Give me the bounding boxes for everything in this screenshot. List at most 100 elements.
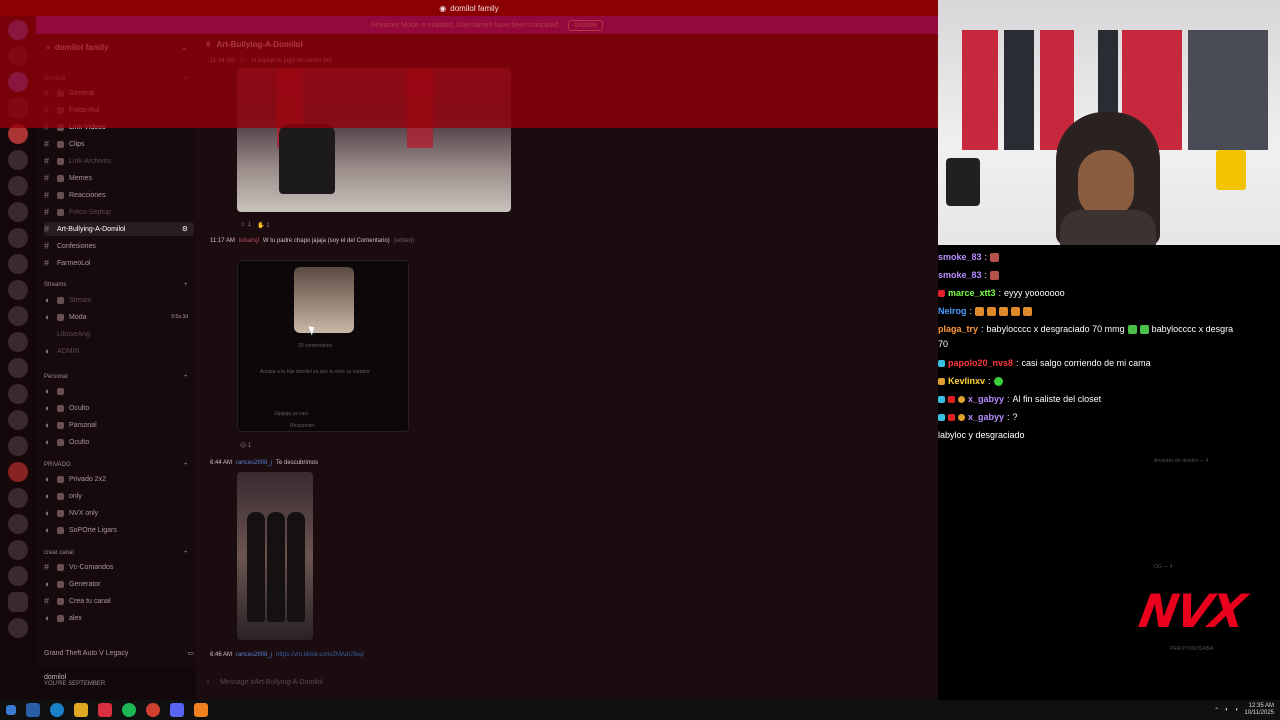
channel-privado-2x2[interactable]: ◖ Privado 2x2 <box>44 472 194 486</box>
server-icon[interactable] <box>8 514 28 534</box>
add-channel-icon[interactable]: + <box>184 374 188 380</box>
channel-farmeolol[interactable]: # FarmeoLol <box>44 256 194 270</box>
server-icon[interactable] <box>8 254 28 274</box>
server-icon[interactable] <box>8 592 28 612</box>
emote-icon <box>1023 306 1033 316</box>
server-header[interactable]: ● domilol family ⌄ <box>36 38 196 56</box>
badge-icon <box>938 289 945 297</box>
video-attachment[interactable] <box>237 472 313 640</box>
chevron-down-icon[interactable]: ⌄ <box>181 43 188 52</box>
chrome-icon[interactable] <box>146 703 160 717</box>
app-icon[interactable] <box>98 703 112 717</box>
direct-messages-icon[interactable] <box>8 20 28 40</box>
hash-icon: # <box>44 156 50 166</box>
server-icon[interactable] <box>8 618 28 638</box>
channel-general[interactable]: # General <box>44 86 194 100</box>
message-input[interactable]: + Message #Art-Bullying-A-Domilol <box>206 672 766 692</box>
edge-icon[interactable] <box>50 703 64 717</box>
channel-personal-1[interactable]: ◖ <box>44 384 194 398</box>
settings-gear-icon[interactable]: ⚙ <box>182 225 188 233</box>
volume-icon[interactable]: ◖ <box>1235 707 1239 713</box>
channel-generator[interactable]: ◖ Generator <box>44 577 194 591</box>
spotify-icon[interactable] <box>122 703 136 717</box>
category-privado[interactable]: PRIVADO + <box>44 462 188 468</box>
channel-oculto-2[interactable]: ◖ Oculto <box>44 435 194 449</box>
server-icon[interactable] <box>8 72 28 92</box>
channel-oculto[interactable]: ◖ Oculto <box>44 401 194 415</box>
channel-parsonal[interactable]: ◖ Parsonal <box>44 418 194 432</box>
channel-only[interactable]: ◖ only <box>44 489 194 503</box>
message-author[interactable]: luisarvjl <box>239 238 259 244</box>
activity-bar[interactable]: Grand Theft Auto V Legacy ▭ <box>44 646 194 660</box>
server-icon[interactable] <box>8 358 28 378</box>
server-icon[interactable] <box>8 410 28 430</box>
channel-nvx-only[interactable]: ◖ NVX only <box>44 506 194 520</box>
channel-header: # Art-Bullying-A-Domilol <box>206 40 303 49</box>
server-icon[interactable] <box>8 462 28 482</box>
channel-crea-tu-canal[interactable]: # Crea tu canal <box>44 594 194 608</box>
disable-button[interactable]: Disable <box>568 19 604 31</box>
message-author[interactable]: rances2908_j <box>236 652 272 658</box>
image-attachment[interactable] <box>237 68 511 212</box>
app-icon[interactable] <box>26 703 40 717</box>
reactions[interactable]: ☹ 1 <box>240 442 251 449</box>
server-icon[interactable] <box>8 202 28 222</box>
windows-start-icon[interactable] <box>6 705 16 715</box>
category-general[interactable]: General + <box>44 76 188 82</box>
channel-confesiones[interactable]: # Confesiones <box>44 239 194 253</box>
message-author[interactable]: rances2908_j <box>236 460 272 466</box>
category-personal[interactable]: Personal + <box>44 374 188 380</box>
server-icon[interactable] <box>8 488 28 508</box>
chevron-up-icon[interactable]: ⌃ <box>1214 707 1219 714</box>
server-icon[interactable] <box>8 46 28 66</box>
server-icon[interactable] <box>8 332 28 352</box>
channel-admin[interactable]: ◖ ADMIN <box>44 344 194 358</box>
channel-link-archivos[interactable]: # Link-Archivos <box>44 154 194 168</box>
server-icon[interactable] <box>8 566 28 586</box>
server-icon[interactable] <box>8 150 28 170</box>
speaker-icon: ◖ <box>44 312 50 322</box>
server-icon[interactable] <box>8 228 28 248</box>
add-attachment-icon[interactable]: + <box>206 679 210 686</box>
add-channel-icon[interactable]: + <box>184 462 188 468</box>
channel-emoji-icon <box>57 580 64 588</box>
chat-line-wrap: 70 <box>938 339 949 349</box>
channel-soporte-ligars[interactable]: ◖ SoPOrte Ligars <box>44 523 194 537</box>
server-icon[interactable] <box>8 540 28 560</box>
server-icon[interactable] <box>8 176 28 196</box>
server-icon[interactable] <box>8 280 28 300</box>
channel-alex[interactable]: ◖ alex <box>44 611 194 625</box>
clock[interactable]: 12:35 AM 10/11/2025 <box>1244 703 1274 717</box>
category-streams[interactable]: Streams + <box>44 282 188 288</box>
channel-memes[interactable]: # Memes <box>44 171 194 185</box>
folder-icon[interactable] <box>74 703 88 717</box>
server-icon[interactable] <box>8 384 28 404</box>
network-icon[interactable]: ◐ <box>1225 707 1229 713</box>
channel-clips[interactable]: # Clips <box>44 137 194 151</box>
server-icon[interactable] <box>8 124 28 144</box>
reactions[interactable]: ☺ 1 ✋ 1 <box>240 222 270 229</box>
channel-fotos-rol[interactable]: # Fotos-Rol <box>44 103 194 117</box>
add-channel-icon[interactable]: + <box>184 76 188 82</box>
channel-reacciones[interactable]: # Reacciones <box>44 188 194 202</box>
channel-art-bullying-a-domilol[interactable]: # Art-Bullying-A-Domilol ⚙ <box>44 222 194 236</box>
channel-stream[interactable]: ◖ Stream <box>44 293 194 307</box>
discord-icon[interactable] <box>170 703 184 717</box>
tiktok-link[interactable]: https://vm.tiktok.com/ZMAdU5kq/ <box>276 652 364 658</box>
channel-link-videos[interactable]: # Link-Videos <box>44 120 194 134</box>
server-icon[interactable] <box>8 98 28 118</box>
message-author[interactable]: 17. <box>239 58 247 64</box>
channel-moda[interactable]: ◖ Moda 5:5a 3d <box>44 310 194 324</box>
channel-vc-comandos[interactable]: # Vc-Comandos <box>44 560 194 574</box>
server-icon[interactable] <box>8 306 28 326</box>
channel-emoji-icon <box>57 597 64 605</box>
add-channel-icon[interactable]: + <box>184 550 188 556</box>
category-crear-canal[interactable]: crear canal + <box>44 550 188 556</box>
user-panel[interactable]: domilol YOU'RE SEPTEMBER <box>36 668 196 700</box>
channel-fotos-septup[interactable]: # Fotos-Septup <box>44 205 194 219</box>
speaker-icon: ◖ <box>44 386 50 396</box>
app-icon[interactable] <box>194 703 208 717</box>
screenshot-attachment[interactable]: 33 comentarios Acepta a tu hijo domilol … <box>237 260 409 432</box>
server-icon[interactable] <box>8 436 28 456</box>
add-channel-icon[interactable]: + <box>184 282 188 288</box>
